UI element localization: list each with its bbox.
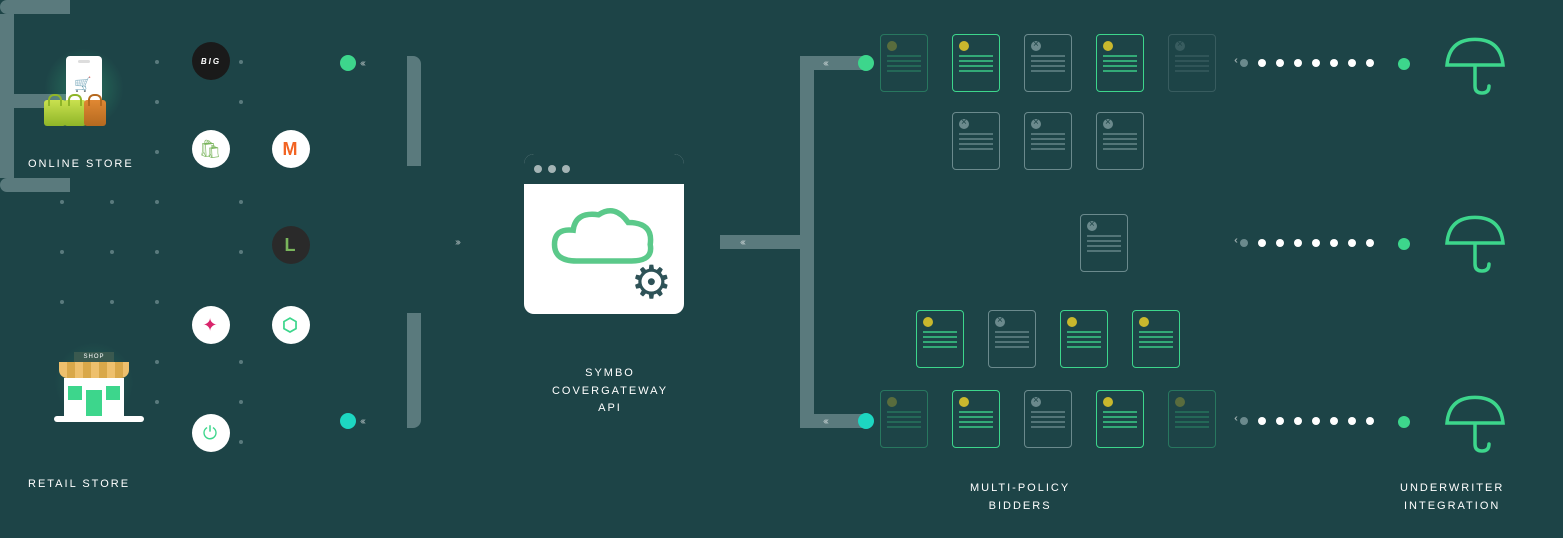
- policy-card-rejected: [1024, 390, 1072, 448]
- api-gateway-icon: ⚙: [524, 154, 694, 334]
- chevron-icon: ‹‹‹: [740, 237, 744, 248]
- chevron-icon: ‹‹‹: [823, 58, 827, 69]
- policy-card: [880, 34, 928, 92]
- grid-dot: [155, 400, 159, 404]
- policy-card-rejected: [1024, 34, 1072, 92]
- api-label: SYMBO COVERGATEWAY API: [545, 365, 675, 418]
- policy-card: [880, 390, 928, 448]
- policy-card: [952, 390, 1000, 448]
- bidders-label: MULTI-POLICY BIDDERS: [970, 480, 1070, 515]
- connector-to-underwriter-mid: ‹‹‹: [1240, 240, 1400, 246]
- platform-chain-icon: ⬡: [272, 306, 310, 344]
- connector-end-icon: [1398, 238, 1410, 250]
- pipe-left-top-vert: [407, 56, 421, 166]
- pipe-left-mid-vbot: [0, 108, 14, 178]
- connector-end-icon: [1398, 58, 1410, 70]
- chevron-icon: ‹‹‹: [360, 58, 364, 69]
- policy-card-rejected: [1096, 112, 1144, 170]
- connector-to-underwriter-top: ‹‹‹: [1240, 60, 1400, 66]
- grid-dot: [239, 60, 243, 64]
- policy-card: [1168, 390, 1216, 448]
- grid-dot: [155, 300, 159, 304]
- grid-dot: [239, 440, 243, 444]
- chevron-icon: ‹‹‹: [823, 416, 827, 427]
- platform-leaf-icon: L: [272, 226, 310, 264]
- retail-store-label: RETAIL STORE: [28, 478, 130, 490]
- connector-end-icon: [1398, 416, 1410, 428]
- grid-dot: [60, 300, 64, 304]
- pipe-left-top: [0, 0, 70, 14]
- policy-card: [1096, 34, 1144, 92]
- umbrella-icon: [1440, 208, 1510, 278]
- grid-dot: [155, 200, 159, 204]
- online-store-icon: 🛒: [44, 48, 124, 128]
- pipe-left-bot: [0, 178, 70, 192]
- grid-dot: [155, 150, 159, 154]
- grid-dot: [239, 100, 243, 104]
- pipe-center-to-right: [720, 235, 810, 249]
- bigcommerce-icon: BIG: [192, 42, 230, 80]
- underwriter-label: UNDERWRITER INTEGRATION: [1400, 480, 1504, 515]
- endpoint-left-bot: [340, 413, 356, 429]
- grid-dot: [110, 300, 114, 304]
- policy-card-rejected: [988, 310, 1036, 368]
- grid-dot: [239, 360, 243, 364]
- policy-card-rejected: [1168, 34, 1216, 92]
- platform-plug-icon: ⏻: [192, 414, 230, 452]
- policy-card: [1060, 310, 1108, 368]
- policy-card: [916, 310, 964, 368]
- pipe-left-mid-vtop: [0, 14, 14, 94]
- grid-dot: [239, 250, 243, 254]
- grid-dot: [239, 200, 243, 204]
- grid-dot: [155, 250, 159, 254]
- policy-card: [1096, 390, 1144, 448]
- policy-card-rejected: [952, 112, 1000, 170]
- pipe-right-vert: [800, 56, 814, 428]
- magento-icon: M: [272, 130, 310, 168]
- endpoint-right-top: [858, 55, 874, 71]
- shop-sign: SHOP: [74, 352, 114, 362]
- policy-card-rejected: [1024, 112, 1072, 170]
- retail-store-icon: SHOP: [44, 342, 144, 442]
- policy-card: [952, 34, 1000, 92]
- prestashop-icon: ✦: [192, 306, 230, 344]
- umbrella-icon: [1440, 30, 1510, 100]
- pipe-left-bot-vert: [407, 313, 421, 428]
- policy-card-rejected: [1080, 214, 1128, 272]
- grid-dot: [155, 360, 159, 364]
- umbrella-icon: [1440, 388, 1510, 458]
- chevron-icon: ›››: [455, 237, 459, 248]
- grid-dot: [110, 250, 114, 254]
- connector-to-underwriter-bot: ‹‹‹: [1240, 418, 1400, 424]
- grid-dot: [60, 200, 64, 204]
- grid-dot: [60, 250, 64, 254]
- policy-card: [1132, 310, 1180, 368]
- endpoint-right-bot: [858, 413, 874, 429]
- chevron-icon: ‹‹‹: [360, 416, 364, 427]
- shopify-icon: 🛍: [192, 130, 230, 168]
- endpoint-left-top: [340, 55, 356, 71]
- grid-dot: [155, 100, 159, 104]
- grid-dot: [110, 200, 114, 204]
- online-store-label: ONLINE STORE: [28, 158, 134, 170]
- grid-dot: [239, 400, 243, 404]
- grid-dot: [155, 60, 159, 64]
